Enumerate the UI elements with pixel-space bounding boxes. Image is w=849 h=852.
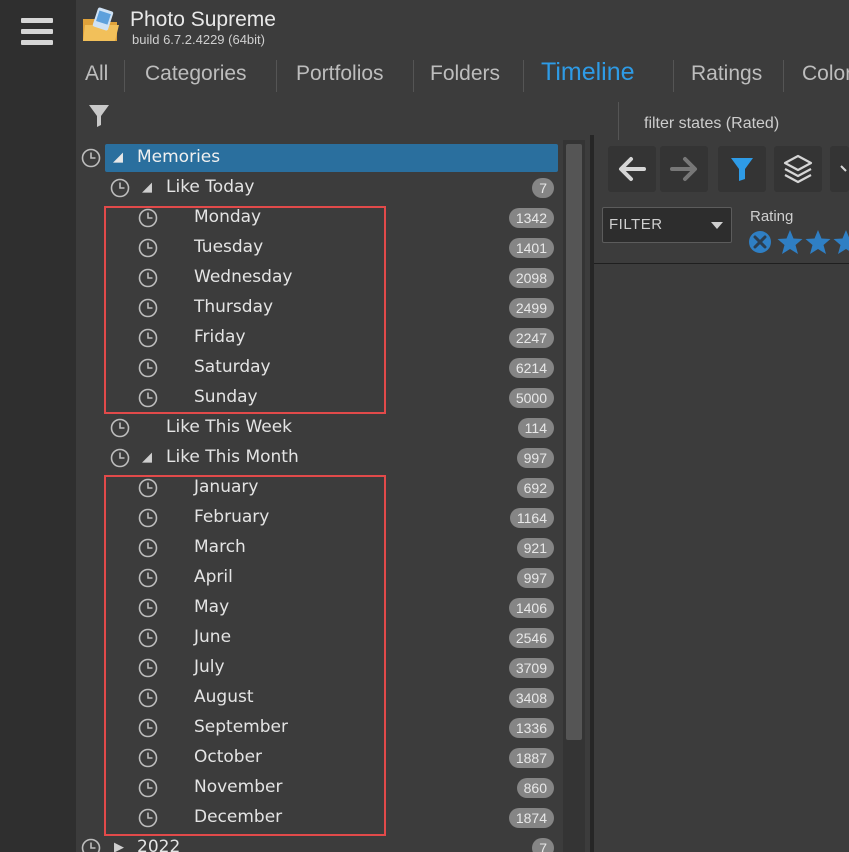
count-badge: 7 xyxy=(532,178,554,198)
clock-icon xyxy=(110,448,130,468)
filter-dropdown[interactable]: FILTER xyxy=(602,207,732,243)
tree-row-like-this-month[interactable]: ◢ Like This Month 997 xyxy=(76,442,562,472)
count-badge: 7 xyxy=(532,838,554,852)
back-button[interactable] xyxy=(608,146,656,192)
count-badge: 997 xyxy=(516,568,554,588)
tree-label: 2022 xyxy=(137,837,181,852)
star-icon[interactable] xyxy=(833,230,849,254)
tab-separator xyxy=(124,60,125,92)
count-badge: 1164 xyxy=(509,508,554,528)
app-header: Photo Supreme build 6.7.2.4229 (64bit) xyxy=(76,0,849,55)
filter-panel: filter states (Rated) FILTER Rating xyxy=(594,100,849,852)
tree-label: Like This Month xyxy=(166,447,299,467)
layers-icon xyxy=(783,154,813,184)
chevron-down-icon xyxy=(711,222,723,229)
tree-label: Like This Week xyxy=(166,417,293,437)
left-sidebar xyxy=(0,0,76,852)
forward-arrow-icon xyxy=(670,157,697,181)
forward-button[interactable] xyxy=(660,146,708,192)
count-badge: 114 xyxy=(517,418,554,438)
more-dropdown-button[interactable] xyxy=(830,146,849,192)
layers-button[interactable] xyxy=(774,146,822,192)
count-badge: 3709 xyxy=(508,658,554,678)
tab-portfolios[interactable]: Portfolios xyxy=(296,62,384,86)
app-title: Photo Supreme xyxy=(130,8,276,31)
count-badge: 5000 xyxy=(508,388,554,408)
count-badge: 2098 xyxy=(508,268,554,288)
clear-rating-icon[interactable] xyxy=(749,231,771,253)
back-arrow-icon xyxy=(619,157,646,181)
count-badge: 1342 xyxy=(508,208,554,228)
count-badge: 1406 xyxy=(508,598,554,618)
tab-separator xyxy=(276,60,277,92)
count-badge: 1887 xyxy=(508,748,554,768)
count-badge: 1874 xyxy=(508,808,554,828)
highlight-box-days xyxy=(104,206,386,414)
clock-icon xyxy=(110,178,130,198)
tab-separator xyxy=(783,60,784,92)
expand-triangle-icon[interactable]: ▶ xyxy=(114,840,124,852)
app-build-version: build 6.7.2.4229 (64bit) xyxy=(132,32,265,47)
rating-label: Rating xyxy=(750,208,794,225)
rating-stars xyxy=(749,230,849,254)
count-badge: 921 xyxy=(516,538,554,558)
clock-icon xyxy=(81,838,101,852)
tab-separator xyxy=(523,60,524,92)
filter-states-tab[interactable]: filter states (Rated) xyxy=(618,102,849,140)
filter-tab-label: filter states (Rated) xyxy=(644,115,780,132)
tab-separator xyxy=(413,60,414,92)
count-badge: 2546 xyxy=(508,628,554,648)
filter-dropdown-value: FILTER xyxy=(609,216,663,233)
collapse-triangle-icon[interactable]: ◢ xyxy=(113,150,123,165)
tab-ratings[interactable]: Ratings xyxy=(691,62,762,86)
menu-icon[interactable] xyxy=(21,18,53,46)
count-badge: 6214 xyxy=(508,358,554,378)
tab-color[interactable]: Color xyxy=(802,62,849,86)
tree-label: Memories xyxy=(137,147,221,167)
star-icon[interactable] xyxy=(777,230,803,254)
tab-categories[interactable]: Categories xyxy=(145,62,247,86)
count-badge: 2499 xyxy=(508,298,554,318)
filter-funnel-icon xyxy=(731,158,753,181)
view-tabs: All Categories Portfolios Folders Timeli… xyxy=(76,58,849,96)
count-badge: 1336 xyxy=(508,718,554,738)
filter-toggle-button[interactable] xyxy=(718,146,766,192)
scrollbar-thumb[interactable] xyxy=(566,144,582,740)
collapse-triangle-icon[interactable]: ◢ xyxy=(142,180,152,195)
tree-scrollbar[interactable] xyxy=(563,140,585,852)
tree-row-memories[interactable]: ◢ Memories xyxy=(76,142,562,172)
count-badge: 2247 xyxy=(508,328,554,348)
tab-folders[interactable]: Folders xyxy=(430,62,500,86)
chevron-down-icon xyxy=(840,165,847,172)
count-badge: 692 xyxy=(516,478,554,498)
clock-icon xyxy=(81,148,101,168)
tree-label: Like Today xyxy=(166,177,255,197)
tree-row-like-this-week[interactable]: Like This Week 114 xyxy=(76,412,562,442)
highlight-box-months xyxy=(104,475,386,836)
filter-funnel-icon[interactable] xyxy=(80,98,118,134)
tab-timeline[interactable]: Timeline xyxy=(541,58,635,87)
star-icon[interactable] xyxy=(805,230,831,254)
panel-separator xyxy=(594,263,849,264)
count-badge: 997 xyxy=(516,448,554,468)
count-badge: 860 xyxy=(516,778,554,798)
app-logo-icon xyxy=(83,7,119,41)
clock-icon xyxy=(110,418,130,438)
tab-separator xyxy=(673,60,674,92)
count-badge: 1401 xyxy=(508,238,554,258)
tab-all[interactable]: All xyxy=(85,62,108,86)
collapse-triangle-icon[interactable]: ◢ xyxy=(142,450,152,465)
count-badge: 3408 xyxy=(508,688,554,708)
tree-row-like-today[interactable]: ◢ Like Today 7 xyxy=(76,172,562,202)
